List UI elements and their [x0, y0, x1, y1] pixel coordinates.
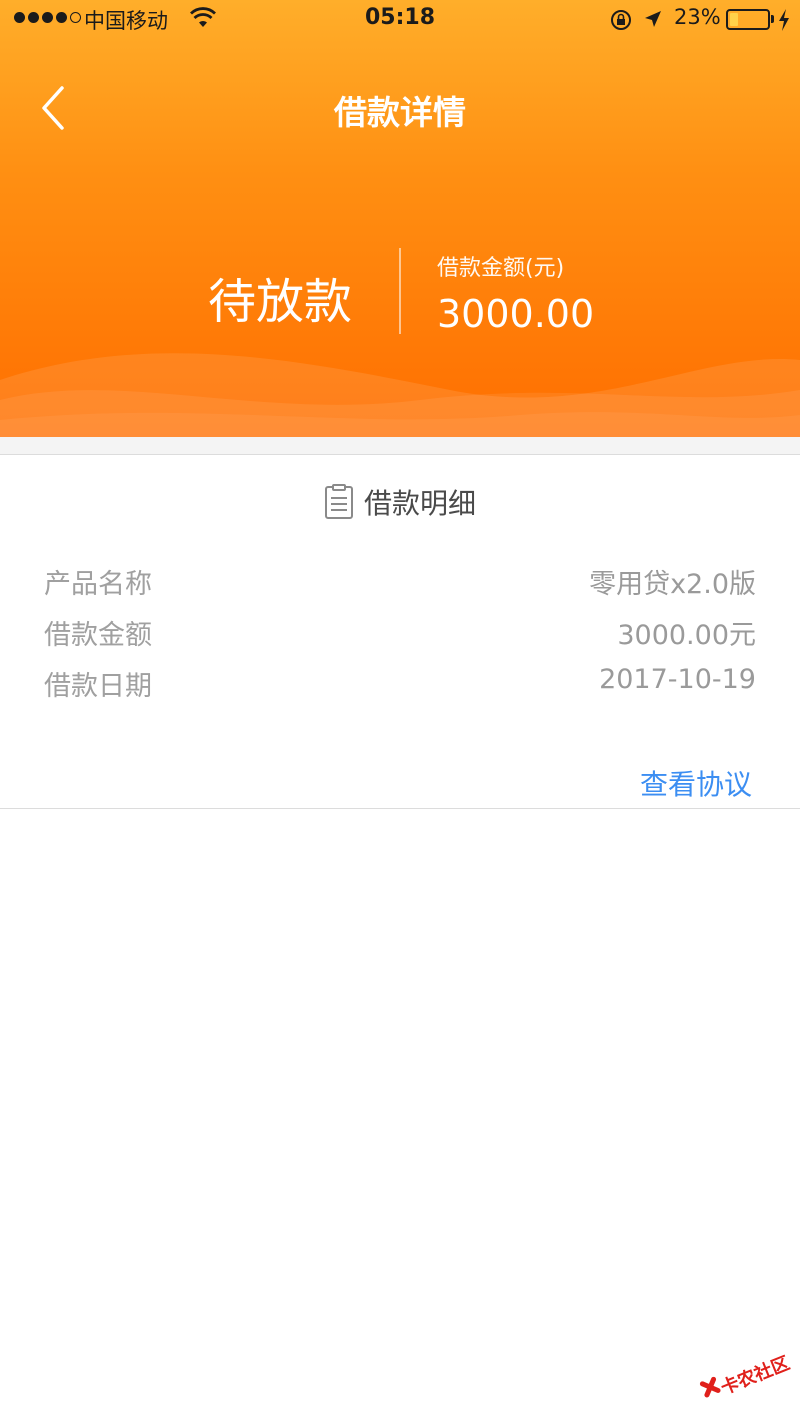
detail-value: 2017-10-19: [599, 664, 756, 695]
wave-decoration: [0, 353, 800, 437]
battery-icon: [726, 9, 770, 30]
orientation-lock-icon: [611, 10, 631, 30]
charging-bolt-icon: [779, 9, 789, 31]
page-title: 借款详情: [334, 93, 466, 132]
horizontal-divider: [0, 808, 800, 809]
loan-status: 待放款: [208, 274, 353, 330]
header-banner: 中国移动 05:18 23% 借款详情 待放款 借款金额(元) 3000.00: [0, 0, 800, 437]
document-icon: [324, 484, 353, 519]
amount-value: 3000.00: [437, 292, 595, 336]
section-title: 借款明细: [363, 487, 476, 520]
detail-value: 3000.00元: [617, 620, 756, 651]
svg-text:卡农社区: 卡农社区: [718, 1352, 793, 1399]
detail-row-date: 借款日期 2017-10-19: [44, 664, 756, 703]
detail-row-amount: 借款金额 3000.00元: [44, 613, 756, 652]
vertical-divider: [399, 248, 401, 334]
detail-row-product: 产品名称 零用贷x2.0版: [44, 562, 756, 601]
detail-label: 借款日期: [44, 671, 152, 702]
amount-label: 借款金额(元): [437, 256, 565, 281]
section-header: 借款明细: [0, 482, 800, 522]
location-arrow-icon: [645, 11, 661, 27]
detail-label: 产品名称: [44, 569, 152, 600]
detail-value: 零用贷x2.0版: [589, 569, 756, 600]
battery-tip: [771, 15, 774, 23]
detail-label: 借款金额: [44, 620, 152, 651]
status-bar: 中国移动 05:18 23%: [0, 0, 800, 40]
section-separator: [0, 437, 800, 455]
watermark-logo: 卡农社区: [699, 1352, 793, 1399]
battery-percent: 23%: [674, 5, 721, 29]
view-agreement-link[interactable]: 查看协议: [640, 763, 752, 803]
